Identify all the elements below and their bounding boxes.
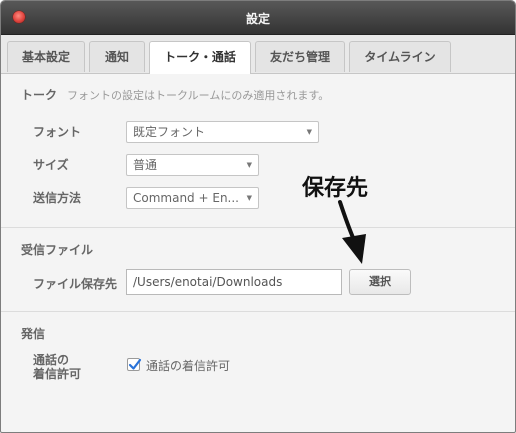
- arrow-icon: [338, 200, 366, 264]
- talk-heading: トーク: [21, 88, 58, 102]
- tab-friends[interactable]: 友だち管理: [255, 41, 345, 72]
- save-location-field[interactable]: /Users/enotai/Downloads: [126, 269, 342, 295]
- call-permission-checkbox[interactable]: [127, 358, 142, 371]
- send-method-select[interactable]: Command + En... ▼: [126, 187, 259, 209]
- window-title: 設定: [245, 12, 270, 26]
- select-folder-button[interactable]: 選択: [349, 269, 411, 295]
- tab-general[interactable]: 基本設定: [7, 41, 85, 72]
- size-label: サイズ: [33, 158, 69, 172]
- call-permission-label-line1: 通話の: [33, 353, 70, 367]
- chevron-down-icon: ▼: [246, 161, 252, 169]
- save-location-label: ファイル保存先: [33, 277, 118, 291]
- divider: [1, 311, 515, 312]
- font-label: フォント: [33, 125, 82, 139]
- send-method-label: 送信方法: [33, 191, 82, 205]
- calls-heading: 発信: [21, 327, 46, 341]
- call-permission-checkbox-label[interactable]: 通話の着信許可: [146, 357, 230, 374]
- talk-font-note: フォントの設定はトークルームにのみ適用されます。: [67, 89, 330, 102]
- font-select-value: 既定フォント: [133, 125, 206, 139]
- chevron-down-icon: ▼: [246, 194, 252, 202]
- tab-notifications[interactable]: 通知: [89, 41, 145, 72]
- tab-bar: 基本設定 通知 トーク・通話 友だち管理 タイムライン: [1, 35, 515, 74]
- chevron-down-icon: ▼: [306, 128, 312, 136]
- title-bar: 設定: [1, 1, 515, 35]
- size-select-value: 普通: [133, 158, 158, 172]
- settings-window: 設定 基本設定 通知 トーク・通話 友だち管理 タイムライン トーク フォントの…: [0, 0, 516, 433]
- size-select[interactable]: 普通 ▼: [126, 154, 259, 176]
- checkmark-icon: [128, 358, 142, 370]
- tab-talk-calls[interactable]: トーク・通話: [149, 41, 251, 74]
- send-method-value: Command + En...: [133, 191, 239, 205]
- tab-timeline[interactable]: タイムライン: [349, 41, 451, 72]
- call-permission-label: 通話の 着信許可: [33, 353, 81, 381]
- call-permission-label-line2: 着信許可: [33, 367, 82, 381]
- received-files-heading: 受信ファイル: [21, 243, 94, 257]
- font-select[interactable]: 既定フォント ▼: [126, 121, 319, 143]
- divider: [1, 227, 515, 228]
